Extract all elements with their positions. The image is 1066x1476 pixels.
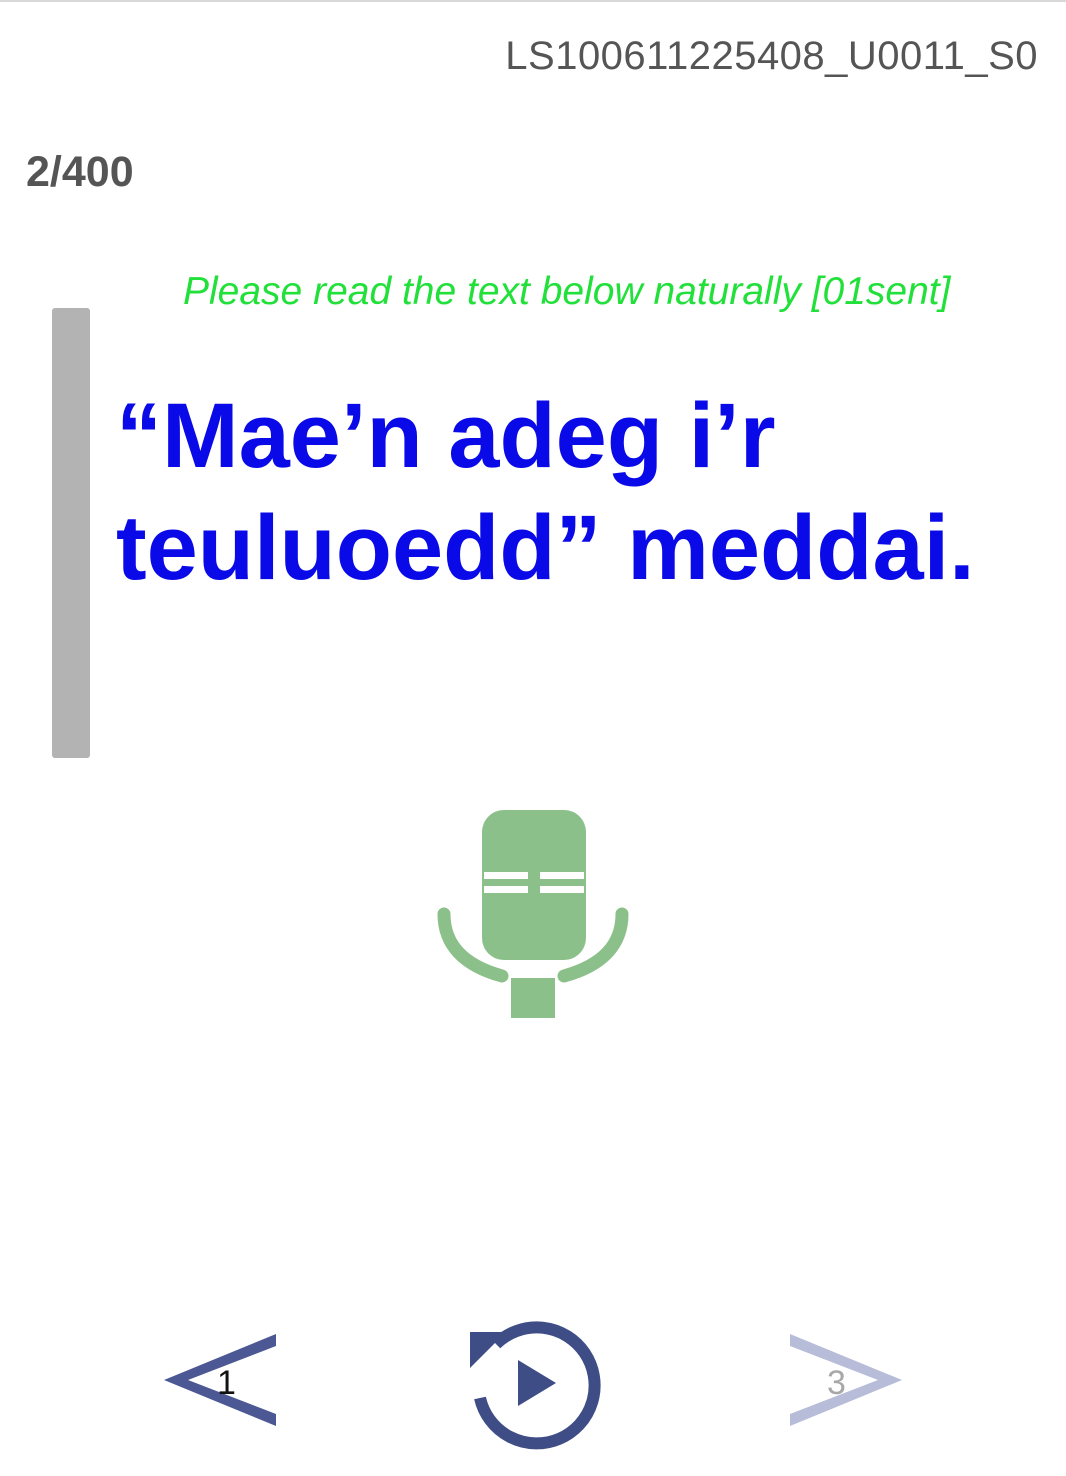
next-label: 3 bbox=[827, 1364, 846, 1402]
prompt-text: “Mae’n adeg i’r teuluoedd” meddai. bbox=[116, 385, 975, 599]
replay-button[interactable] bbox=[462, 1314, 602, 1450]
progress-counter: 2/400 bbox=[26, 148, 134, 196]
microphone-icon[interactable] bbox=[436, 810, 630, 1022]
scrollbar[interactable] bbox=[52, 308, 90, 758]
top-divider bbox=[0, 0, 1066, 2]
previous-button[interactable]: 1 bbox=[160, 1330, 284, 1434]
previous-label: 1 bbox=[217, 1364, 236, 1402]
next-button[interactable]: 3 bbox=[782, 1330, 906, 1434]
recording-screen: LS100611225408_U0011_S0 2/400 Please rea… bbox=[0, 0, 1066, 1476]
session-id: LS100611225408_U0011_S0 bbox=[505, 34, 1038, 78]
replay-play-icon bbox=[470, 1321, 601, 1450]
instruction-text: Please read the text below naturally [01… bbox=[183, 270, 951, 313]
